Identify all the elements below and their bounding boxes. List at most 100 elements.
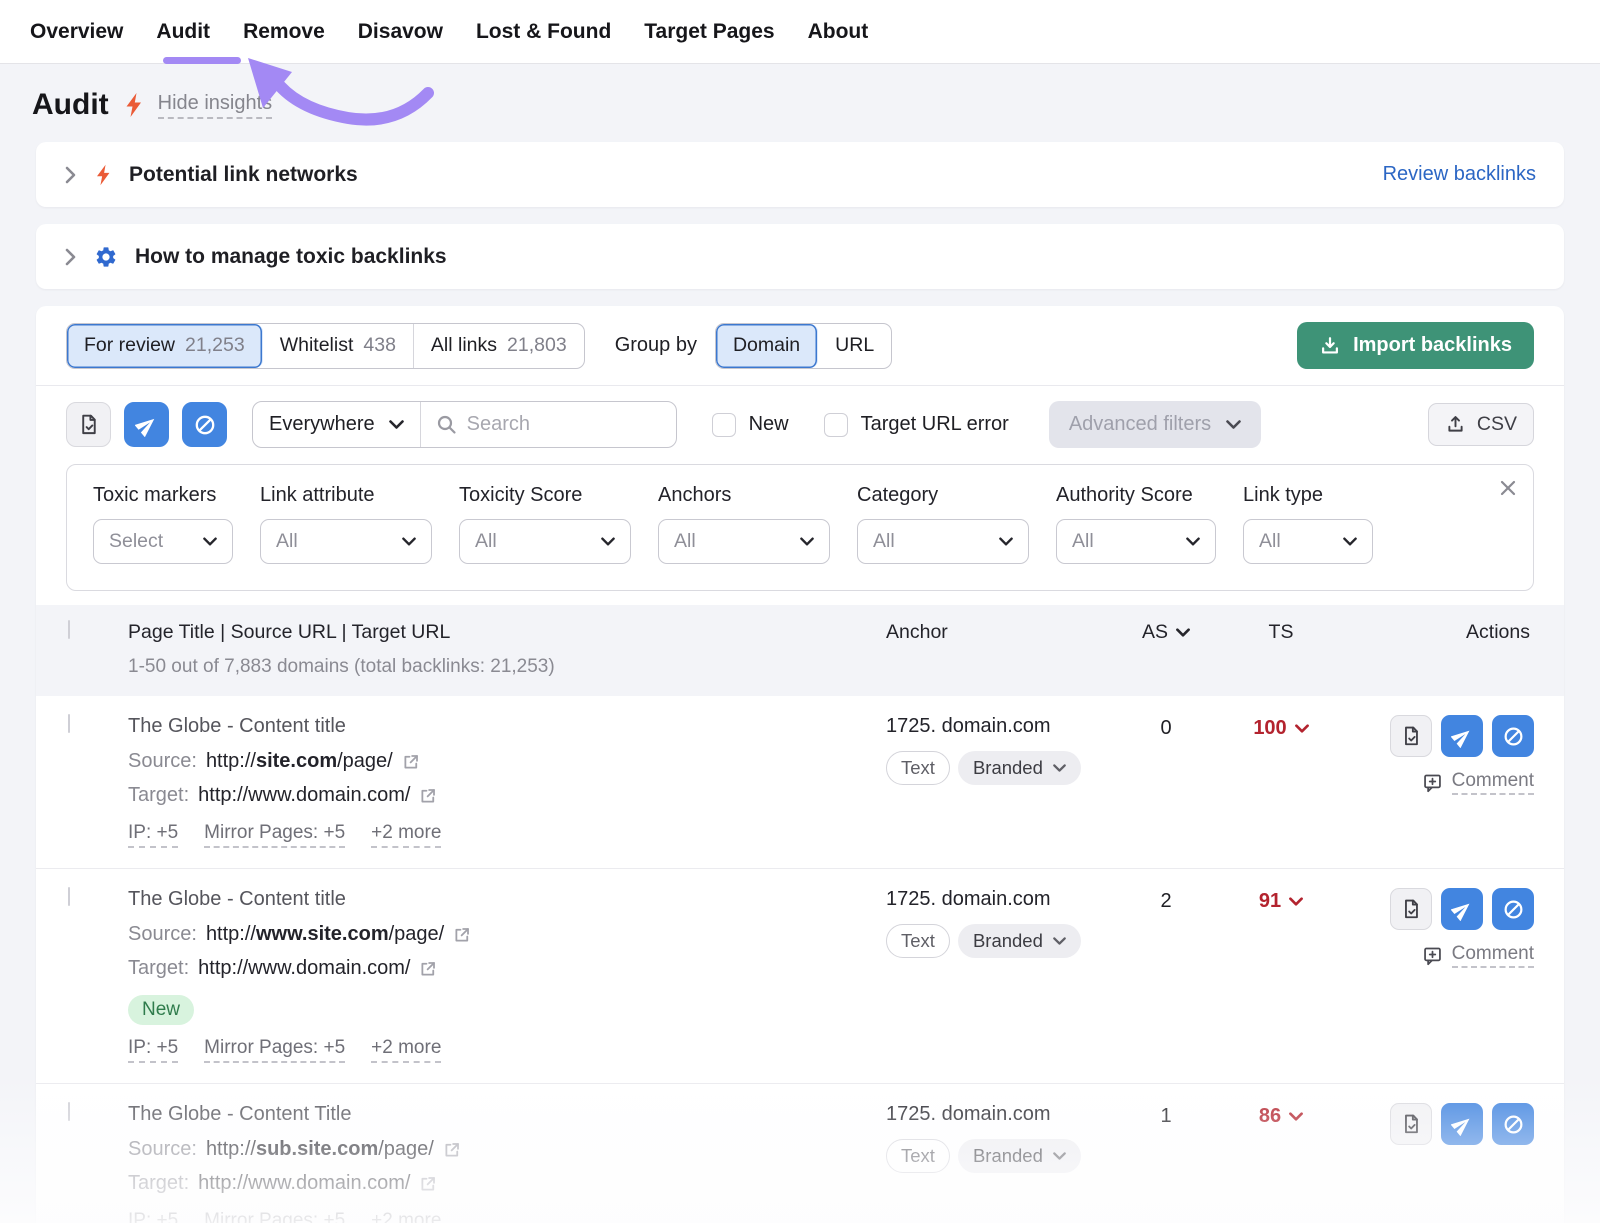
whitelist-row-button[interactable] <box>1390 1103 1432 1145</box>
more-meta-link[interactable]: +2 more <box>371 822 441 848</box>
comment-button[interactable]: Comment <box>1422 943 1534 968</box>
comment-button[interactable]: Comment <box>1422 770 1534 795</box>
remove-row-button[interactable] <box>1441 715 1483 757</box>
filter-toxic-markers-label: Toxic markers <box>93 484 233 507</box>
nav-item-overview[interactable]: Overview <box>30 20 123 44</box>
toxicity-score-dropdown[interactable]: 100 <box>1206 715 1356 740</box>
search-scope-dropdown[interactable]: Everywhere <box>253 402 421 447</box>
toxicity-score-dropdown[interactable]: 91 <box>1206 888 1356 913</box>
source-url[interactable]: http://site.com/page/ <box>206 750 393 773</box>
toxicity-score-value: 91 <box>1259 890 1281 913</box>
filter-authority-score-label: Authority Score <box>1056 484 1216 507</box>
row-checkbox[interactable] <box>68 714 70 733</box>
filter-link-type-select[interactable]: All <box>1243 519 1373 564</box>
external-link-icon[interactable] <box>453 926 471 944</box>
source-url[interactable]: http://sub.site.com/page/ <box>206 1138 434 1161</box>
new-filter[interactable]: New <box>712 413 789 437</box>
whitelist-row-button[interactable] <box>1390 715 1432 757</box>
anchor-type-badge[interactable]: Text <box>886 751 950 785</box>
anchor-category-dropdown[interactable]: Branded <box>958 751 1081 785</box>
nav-item-audit[interactable]: Audit <box>156 20 210 44</box>
remove-row-button[interactable] <box>1441 1103 1483 1145</box>
external-link-icon[interactable] <box>402 753 420 771</box>
more-meta-link[interactable]: +2 more <box>371 1210 441 1223</box>
search-field[interactable] <box>421 413 676 436</box>
nav-item-about[interactable]: About <box>808 20 869 44</box>
filter-anchors-select[interactable]: All <box>658 519 830 564</box>
filter-authority-score-select[interactable]: All <box>1056 519 1216 564</box>
insights-bolt-icon <box>123 92 144 118</box>
move-to-disavow-button[interactable] <box>182 402 227 447</box>
more-meta-link[interactable]: +2 more <box>371 1037 441 1063</box>
close-icon[interactable] <box>1499 479 1517 497</box>
group-by-domain[interactable]: Domain <box>716 324 818 368</box>
manage-toxic-backlinks-card[interactable]: How to manage toxic backlinks <box>36 224 1564 289</box>
advanced-filters-button[interactable]: Advanced filters <box>1049 401 1261 448</box>
page-title-text: The Globe - Content Title <box>128 1103 886 1126</box>
search-input[interactable] <box>467 413 637 436</box>
tab-for-review[interactable]: For review 21,253 <box>67 324 263 368</box>
chevron-down-icon <box>1053 937 1066 945</box>
disavow-row-button[interactable] <box>1492 715 1534 757</box>
filter-toxicity-score-label: Toxicity Score <box>459 484 631 507</box>
external-link-icon[interactable] <box>419 787 437 805</box>
column-as-sort[interactable]: AS <box>1126 621 1206 644</box>
nav-item-disavow[interactable]: Disavow <box>358 20 443 44</box>
target-url[interactable]: http://www.domain.com/ <box>198 957 410 980</box>
ip-meta-link[interactable]: IP: +5 <box>128 1210 178 1223</box>
move-to-whitelist-button[interactable] <box>66 402 111 447</box>
target-url[interactable]: http://www.domain.com/ <box>198 784 410 807</box>
page-title: Audit <box>32 88 109 122</box>
mirror-pages-meta-link[interactable]: Mirror Pages: +5 <box>204 822 345 848</box>
whitelist-row-button[interactable] <box>1390 888 1432 930</box>
target-url-error-checkbox[interactable] <box>824 413 848 437</box>
external-link-icon[interactable] <box>419 960 437 978</box>
new-checkbox[interactable] <box>712 413 736 437</box>
target-url-error-filter[interactable]: Target URL error <box>824 413 1009 437</box>
anchor-category-dropdown[interactable]: Branded <box>958 924 1081 958</box>
target-url[interactable]: http://www.domain.com/ <box>198 1172 410 1195</box>
external-link-icon[interactable] <box>443 1141 461 1159</box>
list-tabs: For review 21,253 Whitelist 438 All link… <box>66 323 585 369</box>
chevron-right-icon[interactable] <box>64 165 77 185</box>
tab-whitelist[interactable]: Whitelist 438 <box>263 324 414 368</box>
ban-icon <box>1502 725 1525 748</box>
filter-category-label: Category <box>857 484 1029 507</box>
move-to-remove-button[interactable] <box>124 402 169 447</box>
source-url[interactable]: http://www.site.com/page/ <box>206 923 444 946</box>
filter-toxicity-score-select[interactable]: All <box>459 519 631 564</box>
tab-all-links[interactable]: All links 21,803 <box>414 324 584 368</box>
row-checkbox[interactable] <box>68 887 70 906</box>
table-header: Page Title | Source URL | Target URL 1-5… <box>36 605 1564 696</box>
select-all-checkbox[interactable] <box>68 620 70 639</box>
anchor-type-badge[interactable]: Text <box>886 924 950 958</box>
mirror-pages-meta-link[interactable]: Mirror Pages: +5 <box>204 1210 345 1223</box>
potential-link-networks-card[interactable]: Potential link networks Review backlinks <box>36 142 1564 207</box>
hide-insights-link[interactable]: Hide insights <box>158 92 273 119</box>
filter-toxic-markers-select[interactable]: Select <box>93 519 233 564</box>
ip-meta-link[interactable]: IP: +5 <box>128 1037 178 1063</box>
disavow-row-button[interactable] <box>1492 888 1534 930</box>
group-by-url[interactable]: URL <box>818 324 891 368</box>
nav-item-remove[interactable]: Remove <box>243 20 325 44</box>
export-csv-button[interactable]: CSV <box>1428 403 1534 446</box>
nav-item-target-pages[interactable]: Target Pages <box>644 20 774 44</box>
disavow-row-button[interactable] <box>1492 1103 1534 1145</box>
anchor-category-dropdown[interactable]: Branded <box>958 1139 1081 1173</box>
filter-link-attribute-select[interactable]: All <box>260 519 432 564</box>
filter-category-select[interactable]: All <box>857 519 1029 564</box>
remove-row-button[interactable] <box>1441 888 1483 930</box>
import-backlinks-button[interactable]: Import backlinks <box>1297 322 1534 369</box>
toxicity-score-dropdown[interactable]: 86 <box>1206 1103 1356 1128</box>
anchor-type-badge[interactable]: Text <box>886 1139 950 1173</box>
ip-meta-link[interactable]: IP: +5 <box>128 822 178 848</box>
column-ts[interactable]: TS <box>1206 621 1356 644</box>
external-link-icon[interactable] <box>419 1175 437 1193</box>
nav-item-lost-found[interactable]: Lost & Found <box>476 20 611 44</box>
mirror-pages-meta-link[interactable]: Mirror Pages: +5 <box>204 1037 345 1063</box>
review-backlinks-link[interactable]: Review backlinks <box>1383 163 1536 186</box>
chevron-right-icon[interactable] <box>64 247 77 267</box>
row-checkbox[interactable] <box>68 1102 70 1121</box>
filter-link-type-label: Link type <box>1243 484 1373 507</box>
download-icon <box>1319 335 1341 357</box>
